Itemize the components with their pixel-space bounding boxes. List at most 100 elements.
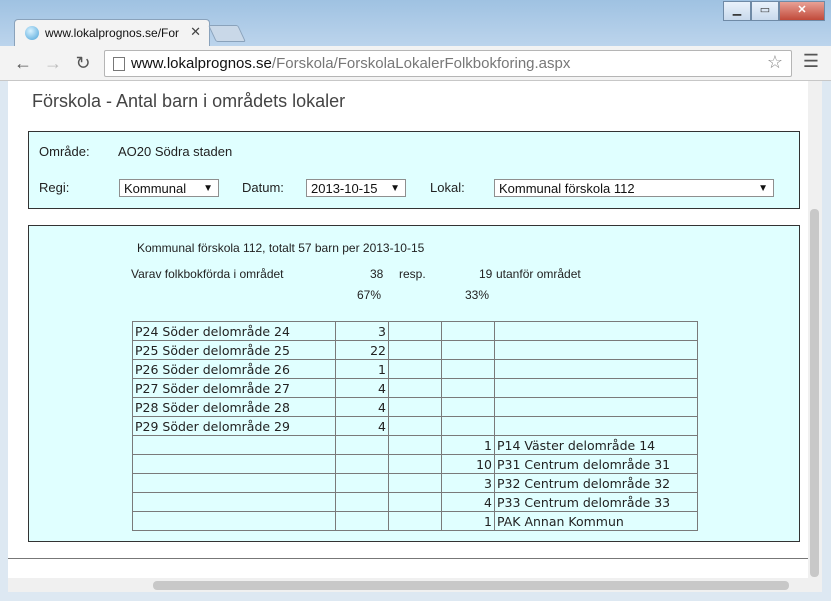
page-title: Förskola - Antal barn i områdets lokaler <box>32 91 346 111</box>
browser-tab[interactable]: www.lokalprognos.se/For ✕ <box>14 19 210 47</box>
close-window-icon[interactable]: ✕ <box>779 1 825 21</box>
horizontal-scrollbar[interactable] <box>8 578 822 592</box>
datum-select-value: 2013-10-15 <box>311 181 378 196</box>
minimize-icon[interactable]: ▁ <box>723 1 751 21</box>
dropdown-arrow-icon: ▼ <box>203 183 213 194</box>
title-bar: www.lokalprognos.se/For ✕ ▁ ▭ ✕ <box>0 0 831 47</box>
area-cell: P25 Söder delområde 25 <box>132 340 336 360</box>
table-row: 1 PAK Annan Kommun <box>132 511 698 531</box>
vertical-scroll-thumb[interactable] <box>810 209 819 577</box>
summary-headline: Kommunal förskola 112, totalt 57 barn pe… <box>137 241 425 255</box>
outside-count-cell <box>441 359 495 379</box>
outside-area-cell: P31 Centrum delområde 31 <box>494 454 698 474</box>
outside-count-cell: 4 <box>441 492 495 512</box>
area-cell: P27 Söder delområde 27 <box>132 378 336 398</box>
address-bar[interactable]: www.lokalprognos.se/Forskola/ForskolaLok… <box>104 50 792 77</box>
outside-area-cell <box>494 340 698 360</box>
forward-arrow-icon[interactable]: → <box>42 53 64 74</box>
dropdown-arrow-icon: ▼ <box>758 183 768 194</box>
browser-toolbar: ← → ↻ www.lokalprognos.se/Forskola/Forsk… <box>0 46 831 81</box>
bookmark-star-icon[interactable]: ☆ <box>767 52 783 73</box>
table-row: P25 Söder delområde 25 22 <box>132 340 698 360</box>
menu-icon[interactable]: ☰ <box>803 51 819 72</box>
outside-percent: 33% <box>465 288 490 302</box>
area-cell <box>132 511 336 531</box>
table-row: P27 Söder delområde 27 4 <box>132 378 698 398</box>
outside-count-cell <box>441 340 495 360</box>
area-cell <box>132 492 336 512</box>
area-table: P24 Söder delområde 24 3 P25 Söder delområ… <box>132 321 698 531</box>
area-cell: P28 Söder delområde 28 <box>132 397 336 417</box>
result-panel: Kommunal förskola 112, totalt 57 barn pe… <box>28 225 800 542</box>
count-cell <box>335 454 389 474</box>
tab-title: www.lokalprognos.se/For <box>45 26 180 40</box>
count-cell: 3 <box>335 321 389 341</box>
empty-cell <box>388 473 442 493</box>
outside-label: utanför området <box>496 267 581 281</box>
outside-count-cell: 1 <box>441 511 495 531</box>
count-cell: 4 <box>335 416 389 436</box>
url-text: www.lokalprognos.se/Forskola/ForskolaLok… <box>131 55 571 72</box>
empty-cell <box>388 359 442 379</box>
inside-percent: 67% <box>357 288 382 302</box>
empty-cell <box>388 416 442 436</box>
datum-select[interactable]: 2013-10-15 ▼ <box>306 179 406 197</box>
table-row: P28 Söder delområde 28 4 <box>132 397 698 417</box>
divider <box>8 558 808 559</box>
outside-area-cell <box>494 416 698 436</box>
regi-select[interactable]: Kommunal ▼ <box>119 179 219 197</box>
empty-cell <box>388 454 442 474</box>
vertical-scrollbar[interactable] <box>808 81 822 578</box>
new-tab-button[interactable] <box>208 25 246 42</box>
outside-count-cell: 10 <box>441 454 495 474</box>
empty-cell <box>388 340 442 360</box>
table-row: P26 Söder delområde 26 1 <box>132 359 698 379</box>
omrade-value: AO20 Södra staden <box>118 144 233 159</box>
inside-count: 38 <box>370 267 384 281</box>
outside-area-cell <box>494 321 698 341</box>
outside-count-cell <box>441 397 495 417</box>
table-row: 10 P31 Centrum delområde 31 <box>132 454 698 474</box>
horizontal-scroll-thumb[interactable] <box>153 581 789 590</box>
count-cell: 22 <box>335 340 389 360</box>
outside-count-cell: 1 <box>441 435 495 455</box>
outside-area-cell <box>494 397 698 417</box>
table-row: 1 P14 Väster delområde 14 <box>132 435 698 455</box>
outside-area-cell <box>494 378 698 398</box>
table-row: P29 Söder delområde 29 4 <box>132 416 698 436</box>
dropdown-arrow-icon: ▼ <box>390 183 400 194</box>
outside-count: 19 <box>479 267 493 281</box>
window-controls: ▁ ▭ ✕ <box>723 1 825 21</box>
empty-cell <box>388 511 442 531</box>
area-cell: P29 Söder delområde 29 <box>132 416 336 436</box>
empty-cell <box>388 397 442 417</box>
area-cell: P24 Söder delområde 24 <box>132 321 336 341</box>
back-arrow-icon[interactable]: ← <box>12 53 34 74</box>
resp-label: resp. <box>399 267 426 281</box>
outside-count-cell <box>441 378 495 398</box>
outside-count-cell <box>441 321 495 341</box>
lokal-select[interactable]: Kommunal förskola 112 ▼ <box>494 179 774 197</box>
reload-icon[interactable]: ↻ <box>72 53 94 74</box>
datum-label: Datum: <box>242 180 284 195</box>
outside-area-cell: P14 Väster delområde 14 <box>494 435 698 455</box>
empty-cell <box>388 492 442 512</box>
table-row: 4 P33 Centrum delområde 33 <box>132 492 698 512</box>
regi-select-value: Kommunal <box>124 181 187 196</box>
folkbokforda-label: Varav folkbokförda i området <box>131 267 284 281</box>
area-cell <box>132 435 336 455</box>
tab-close-icon[interactable]: ✕ <box>190 24 201 40</box>
page-viewport: Förskola - Antal barn i områdets lokaler… <box>8 81 808 578</box>
page-icon <box>113 57 125 71</box>
regi-label: Regi: <box>39 180 70 195</box>
maximize-icon[interactable]: ▭ <box>751 1 779 21</box>
omrade-label: Område: <box>39 144 90 159</box>
table-row: P24 Söder delområde 24 3 <box>132 321 698 341</box>
count-cell <box>335 435 389 455</box>
table-row: 3 P32 Centrum delområde 32 <box>132 473 698 493</box>
empty-cell <box>388 378 442 398</box>
count-cell: 1 <box>335 359 389 379</box>
filter-panel: Område: AO20 Södra staden Regi: Kommunal… <box>28 131 800 209</box>
empty-cell <box>388 435 442 455</box>
area-cell <box>132 454 336 474</box>
